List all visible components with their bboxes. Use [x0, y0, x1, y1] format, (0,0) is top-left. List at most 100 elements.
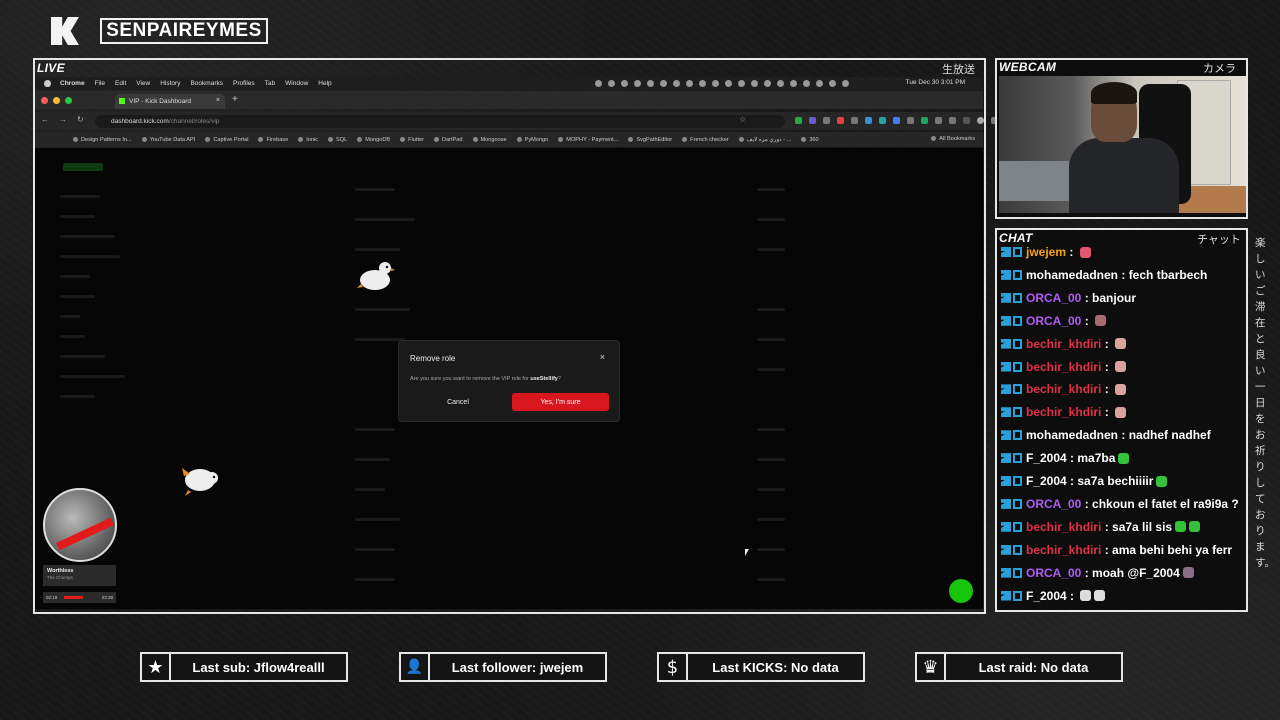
chat-username[interactable]: ORCA_00 [1026, 497, 1081, 511]
table-row[interactable] [355, 488, 385, 491]
bookmark-item[interactable]: 360 [801, 137, 818, 143]
bookmark-item[interactable]: Captive Portal [205, 137, 248, 143]
maximize-window-icon[interactable] [65, 97, 72, 104]
extension-icon[interactable] [837, 117, 844, 124]
table-row[interactable] [355, 308, 410, 311]
tab-close-icon[interactable]: × [216, 97, 220, 104]
sidebar-icon[interactable] [963, 117, 970, 124]
row-action[interactable] [757, 308, 785, 311]
status-icon[interactable] [595, 80, 602, 87]
menu-file[interactable]: File [95, 80, 105, 87]
extension-icon[interactable] [795, 117, 802, 124]
sidebar-item[interactable] [60, 295, 95, 298]
chat-username[interactable]: F_2004 [1026, 474, 1067, 488]
sidebar-item[interactable] [60, 215, 95, 218]
chat-username[interactable]: bechir_khdiri [1026, 405, 1101, 419]
bookmark-item[interactable]: French checker [682, 137, 729, 143]
extension-icon[interactable] [865, 117, 872, 124]
table-row[interactable] [355, 458, 390, 461]
extension-icon[interactable] [921, 117, 928, 124]
extension-icon[interactable] [823, 117, 830, 124]
chat-username[interactable]: bechir_khdiri [1026, 360, 1101, 374]
chat-username[interactable]: mohamedadnen [1026, 428, 1118, 442]
bookmark-item[interactable]: Firebase [258, 137, 288, 143]
all-bookmarks[interactable]: All Bookmarks [931, 136, 975, 142]
extension-icon[interactable] [935, 117, 942, 124]
menu-tab[interactable]: Tab [265, 80, 275, 87]
sidebar-item[interactable] [60, 195, 100, 198]
bookmark-star-icon[interactable]: ☆ [739, 115, 746, 124]
sidebar-item[interactable] [60, 275, 90, 278]
sidebar-item[interactable] [60, 355, 105, 358]
chat-username[interactable]: F_2004 [1026, 451, 1067, 465]
bookmark-item[interactable]: MOPHY - Payment... [558, 137, 618, 143]
chat-username[interactable]: F_2004 [1026, 589, 1067, 603]
status-icon[interactable] [699, 80, 706, 87]
menu-profiles[interactable]: Profiles [233, 80, 255, 87]
sidebar-item[interactable] [60, 335, 85, 338]
forward-icon[interactable]: → [59, 115, 67, 124]
row-action[interactable] [757, 248, 785, 251]
row-action[interactable] [757, 188, 785, 191]
row-action[interactable] [757, 548, 785, 551]
new-tab-button[interactable]: + [232, 94, 238, 105]
menubar-clock[interactable]: Tue Dec 30 3:01 PM [906, 79, 965, 86]
bookmark-item[interactable]: SvgPathEditor [628, 137, 672, 143]
extension-icon[interactable] [851, 117, 858, 124]
table-row[interactable] [355, 248, 400, 251]
dialog-close-icon[interactable]: × [600, 352, 605, 362]
status-icon[interactable] [660, 80, 667, 87]
status-icon[interactable] [803, 80, 810, 87]
bookmark-item[interactable]: MongoDB [357, 137, 390, 143]
row-action[interactable] [757, 518, 785, 521]
profile-avatar[interactable] [977, 117, 984, 124]
row-action[interactable] [757, 218, 785, 221]
table-row[interactable] [355, 428, 395, 431]
chat-username[interactable]: bechir_khdiri [1026, 337, 1101, 351]
status-icon[interactable] [842, 80, 849, 87]
browser-tab[interactable]: VIP - Kick Dashboard × [115, 94, 225, 109]
chat-username[interactable]: bechir_khdiri [1026, 520, 1101, 534]
chat-username[interactable]: ORCA_00 [1026, 314, 1081, 328]
menu-help[interactable]: Help [318, 80, 331, 87]
support-chat-button[interactable] [949, 579, 973, 603]
close-window-icon[interactable] [41, 97, 48, 104]
apple-icon[interactable] [44, 80, 51, 87]
extension-icon[interactable] [907, 117, 914, 124]
bookmark-item[interactable]: SQL [328, 137, 347, 143]
menu-window[interactable]: Window [285, 80, 308, 87]
chat-username[interactable]: mohamedadnen [1026, 268, 1118, 282]
chat-username[interactable]: ORCA_00 [1026, 566, 1081, 580]
table-row[interactable] [355, 338, 405, 341]
status-icon[interactable] [777, 80, 784, 87]
url-input[interactable]: dashboard.kick.com/channel/roles/vip [95, 115, 785, 128]
status-icon[interactable] [621, 80, 628, 87]
status-icon[interactable] [725, 80, 732, 87]
chat-username[interactable]: bechir_khdiri [1026, 543, 1101, 557]
status-icon[interactable] [647, 80, 654, 87]
status-icon[interactable] [608, 80, 615, 87]
extension-icon[interactable] [809, 117, 816, 124]
status-icon[interactable] [712, 80, 719, 87]
reload-icon[interactable]: ↻ [77, 115, 84, 124]
sidebar-item[interactable] [60, 315, 80, 318]
table-row[interactable] [355, 578, 395, 581]
bookmark-item[interactable]: Design Patterns In... [73, 137, 132, 143]
table-row[interactable] [355, 188, 395, 191]
menu-view[interactable]: View [136, 80, 150, 87]
menubar-app[interactable]: Chrome [60, 80, 85, 87]
extension-icon[interactable] [879, 117, 886, 124]
status-icon[interactable] [686, 80, 693, 87]
extension-icon[interactable] [893, 117, 900, 124]
confirm-remove-button[interactable]: Yes, I'm sure [512, 393, 609, 411]
sidebar-item[interactable] [60, 375, 125, 378]
chat-username[interactable]: ORCA_00 [1026, 291, 1081, 305]
row-action[interactable] [757, 428, 785, 431]
table-row[interactable] [355, 518, 400, 521]
menu-bookmarks[interactable]: Bookmarks [190, 80, 223, 87]
row-action[interactable] [757, 458, 785, 461]
row-action[interactable] [757, 368, 785, 371]
minimize-window-icon[interactable] [53, 97, 60, 104]
table-row[interactable] [355, 548, 395, 551]
download-icon[interactable] [949, 117, 956, 124]
